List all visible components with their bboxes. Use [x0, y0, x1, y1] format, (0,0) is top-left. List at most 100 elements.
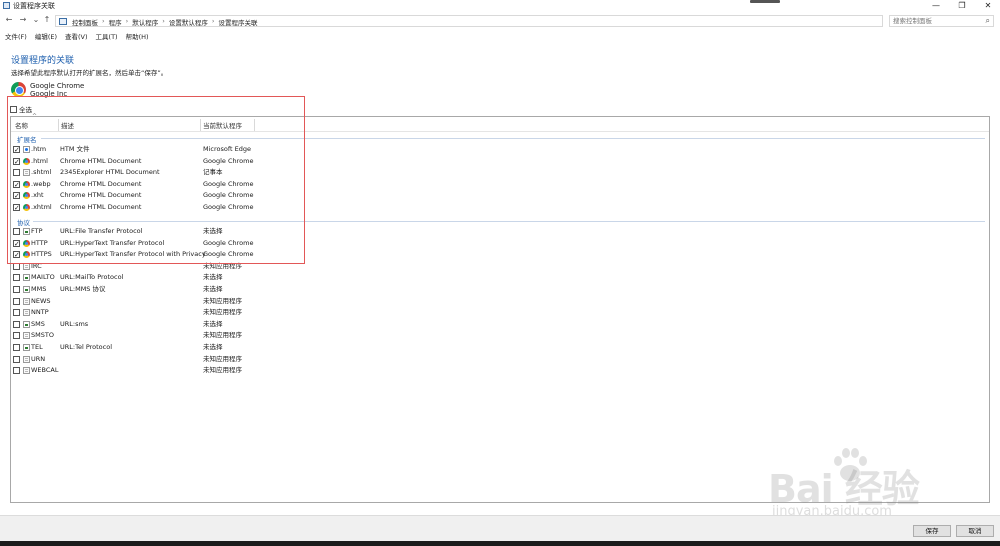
- breadcrumb-item[interactable]: 设置程序关联: [218, 17, 257, 27]
- up-arrow-icon[interactable]: ↑: [42, 15, 52, 25]
- table-row[interactable]: TEL URL:Tel Protocol 未选择: [13, 342, 313, 353]
- select-all-label: 全选: [19, 106, 32, 114]
- row-name: URN: [31, 354, 46, 363]
- link-icon: [23, 344, 30, 351]
- column-divider[interactable]: [200, 119, 201, 131]
- column-divider[interactable]: [58, 119, 59, 131]
- back-arrow-icon[interactable]: ←: [4, 15, 14, 25]
- table-row[interactable]: SMS URL:sms 未选择: [13, 319, 313, 330]
- checkbox[interactable]: [10, 105, 17, 113]
- search-input[interactable]: 搜索控制面板 ⌕: [889, 15, 994, 27]
- minimize-button[interactable]: —: [924, 0, 948, 11]
- file-icon: [23, 367, 30, 375]
- menu-item[interactable]: 工具(T): [96, 31, 118, 41]
- close-button[interactable]: ✕: [976, 0, 1000, 11]
- breadcrumb-item[interactable]: 程序: [109, 17, 122, 27]
- row-checkbox[interactable]: [13, 228, 20, 235]
- table-row[interactable]: SMSTO 未知应用程序: [13, 330, 313, 341]
- breadcrumb-item[interactable]: 控制面板: [72, 17, 98, 27]
- row-checkbox[interactable]: [13, 145, 20, 156]
- row-name: SMSTO: [31, 331, 54, 340]
- menu-item[interactable]: 文件(F): [5, 31, 27, 41]
- row-checkbox[interactable]: [13, 239, 20, 250]
- window-drag-handle[interactable]: [750, 0, 780, 3]
- row-checkbox[interactable]: [13, 344, 20, 351]
- row-checkbox[interactable]: [13, 169, 20, 177]
- breadcrumb-item[interactable]: 默认程序: [132, 17, 158, 27]
- menu-item[interactable]: 帮助(H): [126, 31, 149, 41]
- row-checkbox[interactable]: [13, 180, 20, 191]
- row-checkbox[interactable]: [13, 367, 20, 375]
- chrome-icon: [23, 180, 30, 188]
- row-default-program: Microsoft Edge: [203, 145, 252, 153]
- row-checkbox[interactable]: [13, 320, 20, 328]
- group-divider: [33, 221, 985, 222]
- table-row[interactable]: .shtml 2345Explorer HTML Document 记事本: [13, 167, 313, 178]
- row-checkbox[interactable]: [13, 286, 20, 293]
- forward-arrow-icon[interactable]: →: [18, 15, 28, 25]
- row-description: Chrome HTML Document: [60, 179, 142, 188]
- row-checkbox[interactable]: [13, 203, 20, 214]
- row-description: URL:Tel Protocol: [60, 343, 113, 351]
- menu-item[interactable]: 查看(V): [65, 31, 88, 41]
- row-name: HTTPS: [31, 250, 52, 259]
- title-bar: 设置程序关联 — ❐ ✕: [0, 0, 1000, 12]
- column-divider[interactable]: [254, 119, 255, 131]
- table-row[interactable]: .xht Chrome HTML Document Google Chrome: [13, 190, 313, 202]
- table-row[interactable]: HTTPS URL:HyperText Transfer Protocol wit…: [13, 249, 313, 261]
- table-row[interactable]: .htm HTM 文件 Microsoft Edge: [13, 144, 313, 156]
- row-name: .html: [31, 156, 48, 165]
- page-title: 设置程序的关联: [11, 56, 75, 66]
- menu-item[interactable]: 编辑(E): [35, 31, 57, 41]
- cancel-button[interactable]: 取消: [956, 525, 994, 537]
- breadcrumb-separator-icon[interactable]: ›: [212, 17, 215, 27]
- row-checkbox[interactable]: [13, 250, 20, 261]
- row-checkbox[interactable]: [13, 355, 20, 363]
- table-row[interactable]: .webp Chrome HTML Document Google Chrome: [13, 179, 313, 191]
- recent-locations-icon[interactable]: ⌄: [31, 15, 41, 25]
- control-panel-icon: [59, 18, 67, 25]
- select-all-checkbox[interactable]: 全选: [10, 104, 32, 114]
- maximize-button[interactable]: ❐: [950, 0, 974, 11]
- save-button[interactable]: 保存: [913, 525, 951, 537]
- table-row[interactable]: MAILTO URL:MailTo Protocol 未选择: [13, 272, 313, 283]
- table-row[interactable]: .html Chrome HTML Document Google Chrome: [13, 156, 313, 168]
- table-row[interactable]: NNTP 未知应用程序: [13, 307, 313, 318]
- row-default-program: 未知应用程序: [203, 296, 242, 305]
- table-row[interactable]: MMS URL:MMS 协议 未选择: [13, 284, 313, 295]
- row-name: MAILTO: [31, 273, 55, 282]
- row-checkbox[interactable]: [13, 191, 20, 202]
- breadcrumb-separator-icon[interactable]: ›: [126, 17, 129, 27]
- row-description: URL:File Transfer Protocol: [60, 227, 143, 235]
- row-description: 2345Explorer HTML Document: [60, 168, 160, 177]
- row-name: .shtml: [31, 168, 52, 177]
- row-checkbox[interactable]: [13, 262, 20, 270]
- breadcrumb-separator-icon[interactable]: ›: [102, 17, 105, 27]
- table-row[interactable]: IRC 未知应用程序: [13, 261, 313, 272]
- row-description: URL:MMS 协议: [60, 285, 106, 293]
- table-row[interactable]: FTP URL:File Transfer Protocol 未选择: [13, 226, 313, 237]
- row-checkbox[interactable]: [13, 157, 20, 168]
- row-name: WEBCAL: [31, 366, 59, 375]
- column-header-description[interactable]: 描述: [61, 120, 74, 130]
- row-description: URL:sms: [60, 319, 89, 328]
- table-row[interactable]: .xhtml Chrome HTML Document Google Chrome: [13, 202, 313, 214]
- table-row[interactable]: NEWS 未知应用程序: [13, 296, 313, 307]
- breadcrumb-separator-icon[interactable]: ›: [162, 17, 165, 27]
- table-row[interactable]: HTTP URL:HyperText Transfer Protocol Googl…: [13, 238, 313, 250]
- file-icon: [23, 355, 30, 363]
- file-icon: [23, 262, 30, 270]
- group-divider: [41, 138, 985, 139]
- row-checkbox[interactable]: [13, 332, 20, 340]
- search-icon[interactable]: ⌕: [986, 16, 990, 26]
- table-row[interactable]: URN 未知应用程序: [13, 354, 313, 365]
- column-header-name[interactable]: 名称: [15, 120, 28, 130]
- column-header-default-program[interactable]: 当前默认程序: [203, 120, 242, 130]
- row-checkbox[interactable]: [13, 297, 20, 305]
- address-field[interactable]: 控制面板›程序›默认程序›设置默认程序›设置程序关联 ⌄ ↻: [55, 15, 935, 27]
- table-row[interactable]: WEBCAL 未知应用程序: [13, 365, 313, 376]
- row-checkbox[interactable]: [13, 274, 20, 282]
- row-default-program: 未知应用程序: [203, 331, 242, 340]
- breadcrumb-item[interactable]: 设置默认程序: [169, 17, 208, 27]
- row-checkbox[interactable]: [13, 309, 20, 317]
